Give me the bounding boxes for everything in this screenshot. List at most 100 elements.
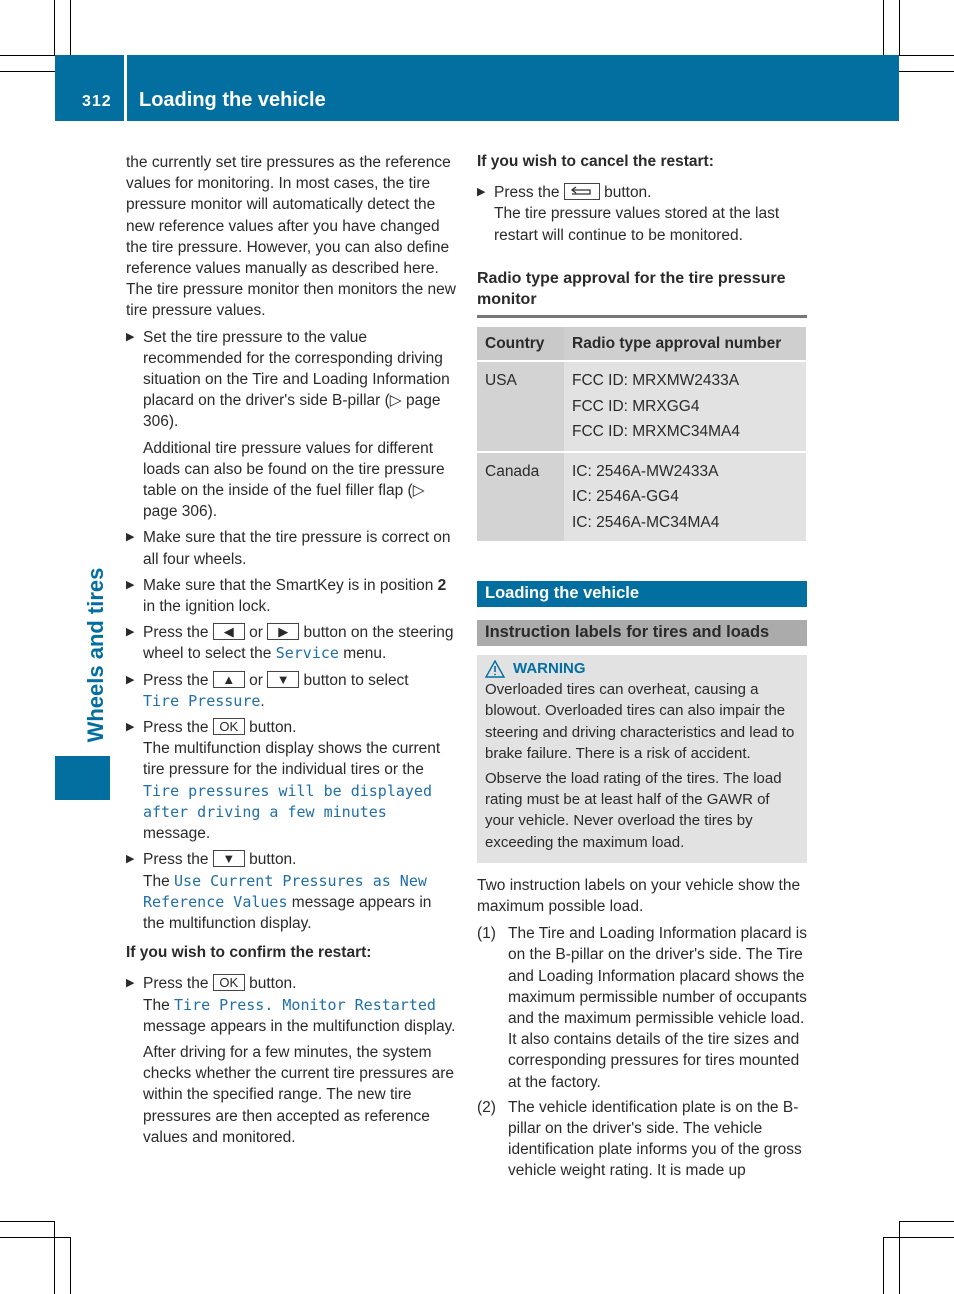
step-text: Set the tire pressure to the value recom… [143,328,450,431]
approval-number: IC: 2546A-MC34MA4 [572,513,720,531]
crop-mark [54,0,55,55]
bullet-arrow-icon: ▶ [126,977,135,990]
intro-paragraph: the currently set tire pressures as the … [126,154,456,320]
labels-intro: Two instruction labels on your vehicle s… [477,876,801,916]
crop-mark [54,1221,55,1294]
display-text-service: Service [275,644,339,663]
table-cell-numbers: IC: 2546A-MW2433A IC: 2546A-GG4 IC: 2546… [564,451,806,544]
step-text: button. [599,184,652,202]
section-heading-loading: Loading the vehicle [477,581,807,608]
list-number: (1) [477,925,496,943]
display-text-message: Tire pressures will be displayed after d… [143,781,432,821]
table-row: USA FCC ID: MRXMW2433A FCC ID: MRXGG4 FC… [477,361,806,453]
step-text: menu. [338,645,387,663]
step-check-pressure: ▶ Make sure that the tire pressure is co… [126,527,456,569]
back-key-icon [563,183,600,201]
step-text: in the ignition lock. [143,598,271,616]
step-text: Make sure that the tire pressure is corr… [143,529,451,568]
step-text: button to select [299,671,409,689]
crop-mark [899,1221,900,1294]
header-divider [124,55,127,121]
bullet-arrow-icon: ▶ [126,853,135,866]
crop-mark [0,1221,55,1222]
approval-number: IC: 2546A-MW2433A [572,462,719,480]
step-text: Press the [143,975,213,993]
table-cell-country: USA [477,361,564,453]
warning-triangle-icon [485,659,505,678]
page-number: 312 [82,93,112,110]
left-arrow-key-icon: ◀ [212,623,245,641]
ok-key-icon: OK [212,974,245,992]
approval-number: FCC ID: MRXGG4 [572,397,700,415]
cancel-heading: If you wish to cancel the restart: [477,153,714,170]
table-header: Country [477,326,564,363]
side-tab-marker [55,756,110,800]
crop-mark [70,1237,71,1294]
crop-mark [70,0,71,55]
radio-approval-table: Country Radio type approval number USA F… [477,326,806,544]
approval-number: FCC ID: MRXMC34MA4 [572,423,740,441]
step-text: button. [244,719,297,737]
approval-number: IC: 2546A-GG4 [572,488,679,506]
crop-mark [883,0,884,55]
step-press-ok: ▶ Press the OK button. The multifunction… [126,717,456,844]
side-tab-label: Wheels and tires [83,567,108,743]
key-position: 2 [437,576,447,594]
list-number: (2) [477,1098,496,1116]
step-text: or [244,624,268,642]
step-result: The multifunction display shows the curr… [143,740,441,779]
step-text: Press the [494,184,564,202]
bullet-arrow-icon: ▶ [126,673,135,686]
step-cancel: ▶ Press the button. The tire pressure va… [477,182,807,246]
step-smartkey: ▶ Make sure that the SmartKey is in posi… [126,575,456,617]
warning-text: Observe the load rating of the tires. Th… [485,770,782,851]
bullet-arrow-icon: ▶ [126,626,135,639]
step-text: Make sure that the SmartKey is in positi… [143,576,438,594]
warning-title: WARNING [513,660,586,678]
display-text-message: Tire Press. Monitor Restarted [174,995,436,1014]
table-row: Canada IC: 2546A-MW2433A IC: 2546A-GG4 I… [477,451,806,544]
step-text: or [244,671,268,689]
crop-mark [899,0,900,55]
list-item: (2) The vehicle identification plate is … [477,1097,807,1182]
warning-header: WARNING [485,658,799,679]
step-select-tire-pressure: ▶ Press the ▲ or ▼ button to select Tire… [126,670,456,712]
left-column: the currently set tire pressures as the … [126,152,456,1153]
step-text: Press the [143,719,213,737]
crop-mark [0,1237,71,1238]
step-text: . [260,692,265,710]
step-text: button. [244,851,297,869]
down-arrow-key-icon: ▼ [267,670,300,688]
step-confirm-ok: ▶ Press the OK button. The Tire Press. M… [126,973,456,1148]
step-press-down: ▶ Press the ▼ button. The Use Current Pr… [126,849,456,934]
step-text: Press the [143,624,213,642]
step-result: The tire pressure values stored at the l… [494,205,780,244]
step-text: Press the [143,671,213,689]
crop-mark [899,1221,954,1222]
step-result: message. [143,825,211,843]
list-text: The Tire and Loading Information placard… [508,925,807,1091]
bullet-arrow-icon: ▶ [126,578,135,591]
table-header: Radio type approval number [564,326,806,363]
subsection-heading-labels: Instruction labels for tires and loads [477,620,807,647]
step-text: Press the OK button. The Tire Press. Mon… [143,973,456,1037]
ok-key-icon: OK [212,718,245,736]
right-column: If you wish to cancel the restart: ▶ Pre… [477,151,807,1186]
bullet-arrow-icon: ▶ [477,186,486,199]
right-arrow-key-icon: ▶ [267,623,300,641]
bullet-arrow-icon: ▶ [126,330,135,343]
warning-text: Overloaded tires can overheat, causing a… [485,681,795,762]
step-set-pressure: ▶ Set the tire pressure to the value rec… [126,327,456,523]
crop-mark [0,55,55,56]
table-cell-numbers: FCC ID: MRXMW2433A FCC ID: MRXGG4 FCC ID… [564,361,806,453]
table-cell-country: Canada [477,451,564,544]
crop-mark [0,71,55,72]
list-text: The vehicle identification plate is on t… [508,1098,802,1180]
down-arrow-key-icon: ▼ [212,850,245,868]
radio-approval-title: Radio type approval for the tire pressur… [477,268,807,318]
step-select-service: ▶ Press the ◀ or ▶ button on the steerin… [126,622,456,664]
crop-mark [899,71,954,72]
warning-box: WARNING Overloaded tires can overheat, c… [477,655,807,863]
crop-mark [899,55,954,56]
step-result: The [143,872,175,890]
